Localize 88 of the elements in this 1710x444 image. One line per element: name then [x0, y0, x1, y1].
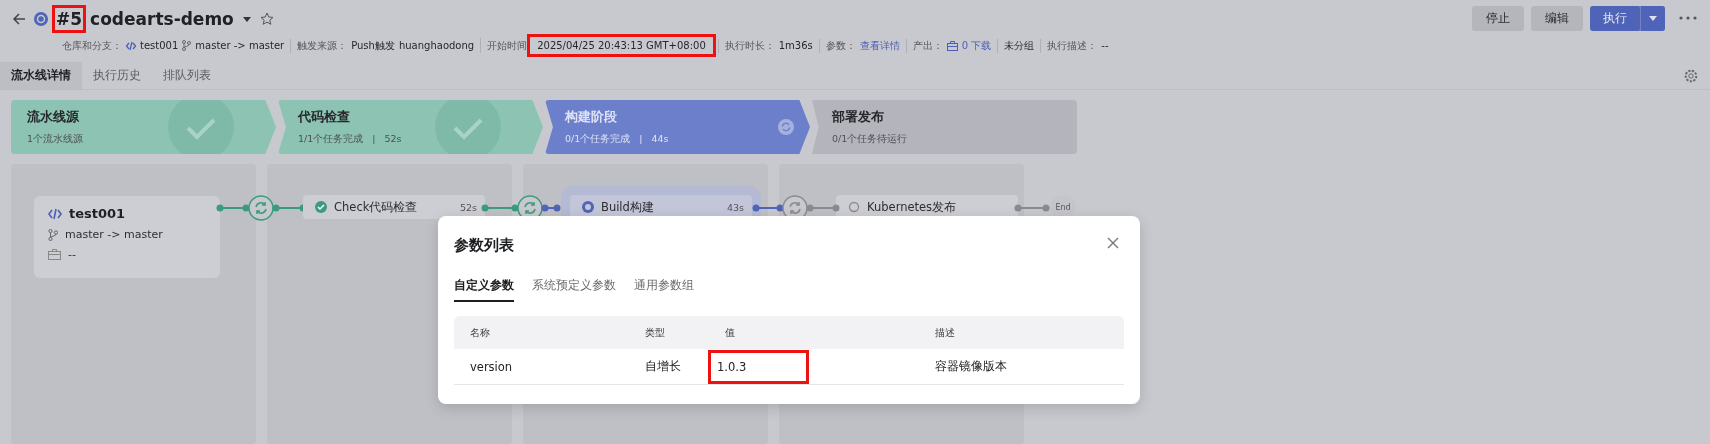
stage-subtitle: 0/1个任务待运行 [832, 133, 908, 146]
job-duration: 43s [726, 201, 744, 213]
meta-label: 仓库和分支： [62, 38, 122, 53]
meta-value: 1m36s [778, 40, 813, 51]
stage-title: 流水线源 [27, 108, 80, 126]
package-icon [48, 249, 61, 260]
stage-banner[interactable]: 流水线源 1个流水线源 [11, 100, 276, 154]
dialog-tab[interactable]: 通用参数组 [634, 277, 694, 302]
run-dropdown-button[interactable] [1641, 6, 1665, 31]
package-icon [946, 40, 958, 51]
connector-line [752, 203, 784, 213]
meta-value: Push触发 [351, 38, 395, 53]
separator: | [372, 133, 376, 146]
branch-icon [48, 228, 58, 241]
pipeline-title: codearts-demo [90, 9, 234, 29]
deploy-icon [848, 201, 860, 213]
running-icon [34, 12, 48, 26]
success-icon [315, 201, 327, 213]
tab[interactable]: 执行历史 [82, 61, 152, 90]
connector-line [541, 203, 561, 213]
meta-label: 产出： [912, 38, 943, 53]
tab[interactable]: 流水线详情 [0, 61, 82, 90]
branch-text: master -> master [65, 228, 163, 241]
job-node[interactable]: Check代码检查 52s [303, 195, 485, 219]
download-link[interactable]: 0 下载 [961, 38, 992, 53]
job-name: Check代码检查 [334, 199, 418, 215]
checkmark-icon [166, 100, 236, 154]
close-button[interactable] [1106, 236, 1120, 250]
action-button[interactable]: 编辑 [1531, 6, 1583, 31]
connector-line [806, 203, 840, 213]
table-cell: 1.0.3 [711, 352, 807, 381]
stage-subtitle: 0/1个任务完成 [565, 133, 631, 146]
job-node[interactable]: Kubernetes发布 [836, 195, 1018, 219]
code-icon [126, 40, 136, 51]
connector-line [1014, 203, 1050, 213]
meta-label: 参数： [825, 38, 856, 53]
stage-duration: 44s [651, 133, 669, 146]
meta-value: -- [1101, 40, 1109, 51]
table-cell-text: version [469, 359, 514, 374]
stage-banner[interactable]: 代码检查 1/1个任务完成 | 52s [278, 100, 543, 154]
caret-icon[interactable] [241, 15, 252, 23]
column-header: 名称 [469, 325, 491, 340]
tab[interactable]: 排队列表 [152, 61, 222, 90]
source-card[interactable]: test001 master -> master -- [34, 196, 220, 278]
repo-name: test001 [69, 206, 126, 221]
settings-icon[interactable] [1684, 68, 1698, 83]
connector-line [216, 203, 250, 213]
meta-label: 执行描述： [1047, 38, 1098, 53]
connector-line [481, 203, 519, 213]
column-header: 描述 [934, 325, 956, 340]
meta-label: 开始时间 [487, 38, 528, 53]
code-icon [48, 207, 62, 220]
stage-subtitle: 1/1个任务完成 [298, 133, 364, 146]
table-cell-text: 自增长 [644, 359, 682, 374]
dialog-title: 参数列表 [454, 236, 514, 255]
meta-value: huanghaodong [398, 40, 475, 51]
job-duration: 52s [459, 201, 477, 213]
dialog-tab[interactable]: 系统预定义参数 [532, 277, 616, 302]
stage-title: 代码检查 [298, 108, 351, 126]
stage-title: 构建阶段 [565, 108, 618, 126]
end-node: End [1050, 196, 1076, 218]
artifact-text: -- [68, 248, 76, 261]
column-header: 值 [724, 325, 736, 340]
meta-label: 执行时长： [724, 38, 775, 53]
run-button[interactable]: 执行 [1590, 6, 1640, 31]
stage-subtitle: 1个流水线源 [27, 133, 84, 146]
meta-value: 未分组 [1004, 38, 1035, 53]
meta-label: 触发来源： [297, 38, 348, 53]
meta-value: master -> master [195, 40, 285, 51]
action-button[interactable]: 停止 [1472, 6, 1524, 31]
job-name: Build构建 [601, 199, 654, 215]
table-cell-text: 容器镜像版本 [934, 359, 1008, 374]
stage-duration: 52s [384, 133, 402, 146]
column-header: 类型 [644, 325, 666, 340]
sync-icon [778, 119, 794, 135]
meta-value: test001 [140, 40, 179, 51]
stage-title: 部署发布 [832, 108, 885, 126]
branch-icon [182, 40, 192, 51]
details-link[interactable]: 查看详情 [859, 38, 900, 53]
stage-banner[interactable]: 部署发布 0/1个任务待运行 [812, 100, 1077, 154]
dialog-tab[interactable]: 自定义参数 [454, 277, 514, 302]
separator: | [639, 133, 643, 146]
checkmark-icon [433, 100, 503, 154]
job-name: Kubernetes发布 [867, 199, 957, 215]
running-icon [582, 201, 594, 213]
caret-icon [1649, 16, 1657, 21]
star-icon[interactable] [259, 12, 274, 26]
back-icon[interactable] [12, 12, 26, 26]
